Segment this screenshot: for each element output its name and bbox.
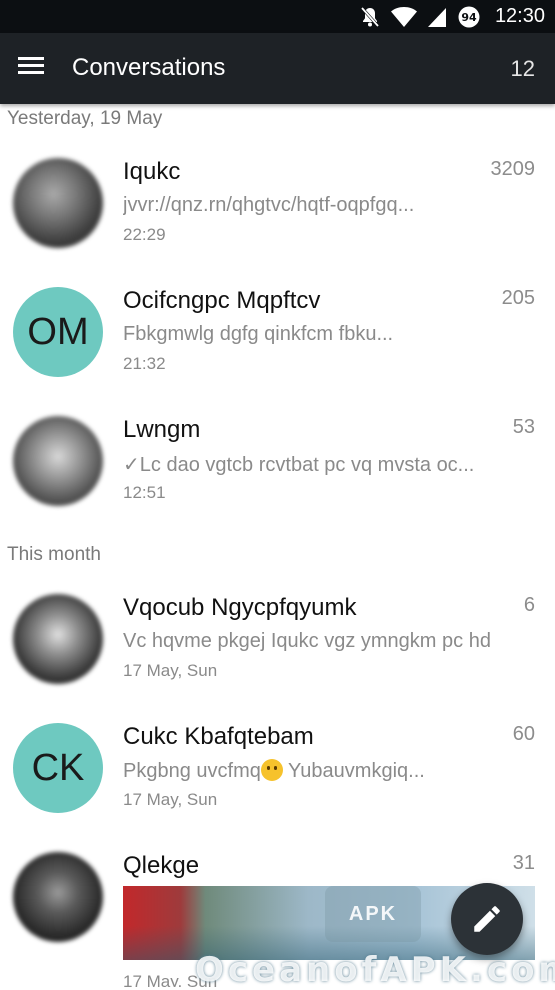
message-time: 17 May, Sun <box>123 661 218 680</box>
conversation-count: 12 <box>510 56 535 81</box>
watermark-badge: APK <box>325 886 421 942</box>
app-bar: Conversations 12 <box>0 33 555 104</box>
read-check-icon: ✓ <box>123 454 140 476</box>
avatar: CK <box>13 723 103 813</box>
battery-icon: 94 <box>458 6 480 27</box>
section-header-yesterday: Yesterday, 19 May <box>7 108 163 129</box>
message-time: 17 May, Sun <box>123 790 218 809</box>
message-snippet-end: Yubauvmkgiq... <box>282 760 425 782</box>
message-time: 12:51 <box>123 483 166 502</box>
conversation-item[interactable]: Vqocub Ngycpfqyumk 6 Vc hqvme pkgej Iquk… <box>0 578 555 706</box>
message-snippet: Fbkgmwlg dgfg qinkfcm fbku... <box>123 323 394 345</box>
avatar <box>13 594 103 684</box>
message-count: 53 <box>512 416 535 438</box>
smiley-emoji-icon <box>260 759 283 781</box>
page-title: Conversations <box>72 54 226 81</box>
conversation-item[interactable]: CK Cukc Kbafqtebam 60 Pkgbng uvcfmq Yuba… <box>0 707 555 835</box>
hamburger-icon-line <box>18 64 44 67</box>
conversation-list: Yesterday, 19 May Iqukc 3209 jvvr://qnz.… <box>0 104 555 987</box>
contact-name: Qlekge <box>123 852 200 879</box>
message-time: 21:32 <box>123 354 166 373</box>
message-snippet: Pkgbng uvcfmq Yubauvmkgiq... <box>123 759 513 783</box>
message-count: 6 <box>523 594 535 616</box>
section-header-this-month: This month <box>7 544 101 565</box>
message-time: 22:29 <box>123 225 166 244</box>
menu-button[interactable] <box>18 53 54 85</box>
contact-name: Lwngm <box>123 416 201 443</box>
hamburger-icon-line <box>18 71 44 74</box>
avatar: OM <box>13 287 103 377</box>
message-snippet: Vc hqvme pkgej Iqukc vgz ymngkm pc hd <box>123 630 491 652</box>
message-snippet: ✓Lc dao vgtcb rcvtbat pc vq mvsta oc... <box>123 452 513 477</box>
hamburger-icon-line <box>18 57 44 60</box>
wifi-icon <box>390 6 417 27</box>
conversation-item[interactable]: Lwngm 53 ✓Lc dao vgtcb rcvtbat pc vq mvs… <box>0 400 555 528</box>
message-snippet-text: Lc dao vgtcb rcvtbat pc vq mvsta oc... <box>139 454 475 476</box>
message-count: 205 <box>501 287 535 309</box>
contact-name: Iqukc <box>123 158 181 185</box>
conversation-item[interactable]: Iqukc 3209 jvvr://qnz.rn/qhgtvc/hqtf-oqp… <box>0 142 555 270</box>
contact-name: Vqocub Ngycpfqyumk <box>123 594 357 621</box>
message-count: 3209 <box>490 158 536 180</box>
compose-button[interactable] <box>451 883 523 955</box>
status-bar: 94 12:30 <box>0 0 555 33</box>
message-snippet: jvvr://qnz.rn/qhgtvc/hqtf-oqpfgq... <box>123 194 415 216</box>
avatar <box>13 416 103 506</box>
notifications-off-icon <box>360 6 380 27</box>
message-count: 60 <box>512 723 535 745</box>
avatar <box>13 852 103 942</box>
contact-name: Ocifcngpc Mqpftcv <box>123 287 321 314</box>
battery-level: 94 <box>461 11 477 24</box>
status-time: 12:30 <box>494 5 545 27</box>
conversation-item[interactable]: OM Ocifcngpc Mqpftcv 205 Fbkgmwlg dgfg q… <box>0 271 555 399</box>
cell-signal-icon <box>427 7 446 27</box>
watermark-text: OceanofAPK.com <box>195 950 555 990</box>
pencil-icon <box>474 906 500 932</box>
message-count: 31 <box>512 852 535 874</box>
message-snippet-start: Pkgbng uvcfmq <box>123 760 261 782</box>
avatar <box>13 158 103 248</box>
contact-name: Cukc Kbafqtebam <box>123 723 314 750</box>
status-icons: 94 12:30 <box>359 0 545 33</box>
